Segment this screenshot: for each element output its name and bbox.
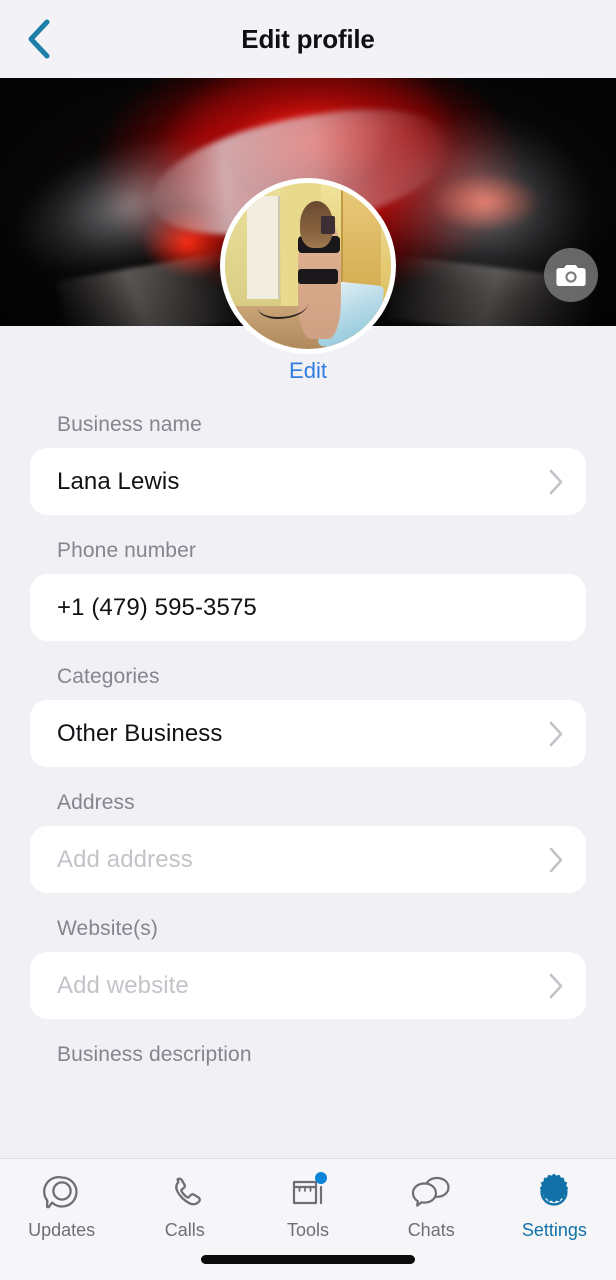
field-label: Address [57,791,135,814]
chevron-left-icon [28,19,50,59]
field-label: Phone number [57,539,196,562]
tab-updates[interactable]: Updates [0,1171,123,1241]
field-business-name: Business name Lana Lewis [30,413,586,515]
status-ring-icon [40,1171,84,1213]
field-websites: Website(s) Add website [30,917,586,1019]
field-address: Address Add address [30,791,586,893]
avatar[interactable] [220,178,396,354]
app-root: Edit profile Edit Business name Lana Lew… [0,0,616,1280]
navigation-header: Edit profile [0,0,616,78]
categories-row[interactable]: Other Business [30,700,586,767]
home-indicator [201,1255,415,1264]
categories-value: Other Business [57,719,223,747]
edit-photo-link[interactable]: Edit [279,354,337,388]
address-row[interactable]: Add address [30,826,586,893]
phone-number-row[interactable]: +1 (479) 595-3575 [30,574,586,641]
chevron-right-icon [549,973,563,998]
change-cover-photo-button[interactable] [544,248,598,302]
gear-icon [532,1171,576,1213]
field-label: Website(s) [57,917,158,940]
tab-label: Updates [28,1220,96,1240]
storefront-icon [286,1171,330,1213]
profile-form: Business name Lana Lewis Phone number +1… [0,413,616,1067]
chat-bubbles-icon [409,1171,453,1213]
back-button[interactable] [8,0,70,78]
chevron-right-icon [549,469,563,494]
tab-label: Calls [164,1220,205,1240]
tab-label: Chats [407,1220,455,1240]
bottom-tab-bar: Updates Calls Tools Chats Settings [0,1158,616,1280]
tab-chats[interactable]: Chats [370,1171,493,1241]
chevron-right-icon [549,721,563,746]
websites-row[interactable]: Add website [30,952,586,1019]
tab-label: Settings [521,1220,587,1240]
field-categories: Categories Other Business [30,665,586,767]
field-phone-number: Phone number +1 (479) 595-3575 [30,539,586,641]
phone-number-value: +1 (479) 595-3575 [57,593,257,621]
tab-tools[interactable]: Tools [246,1171,369,1241]
camera-icon [556,265,586,286]
field-label: Categories [57,665,160,688]
tab-settings[interactable]: Settings [493,1171,616,1241]
websites-placeholder: Add website [57,971,189,999]
tab-label: Tools [286,1220,330,1240]
page-title: Edit profile [241,23,375,54]
address-placeholder: Add address [57,845,193,873]
tab-calls[interactable]: Calls [123,1171,246,1241]
business-name-row[interactable]: Lana Lewis [30,448,586,515]
field-label: Business name [57,413,202,436]
cover-section [0,78,616,354]
chevron-right-icon [549,847,563,872]
field-business-description: Business description [30,1043,586,1067]
phone-icon [163,1171,207,1213]
avatar-photo [225,183,391,349]
business-name-value: Lana Lewis [57,467,180,495]
business-description-label: Business description [57,1043,252,1066]
edit-photo-row: Edit [0,354,616,388]
tools-badge-dot [315,1172,327,1184]
scroll-content[interactable]: Edit Business name Lana Lewis Phone numb… [0,78,616,1158]
